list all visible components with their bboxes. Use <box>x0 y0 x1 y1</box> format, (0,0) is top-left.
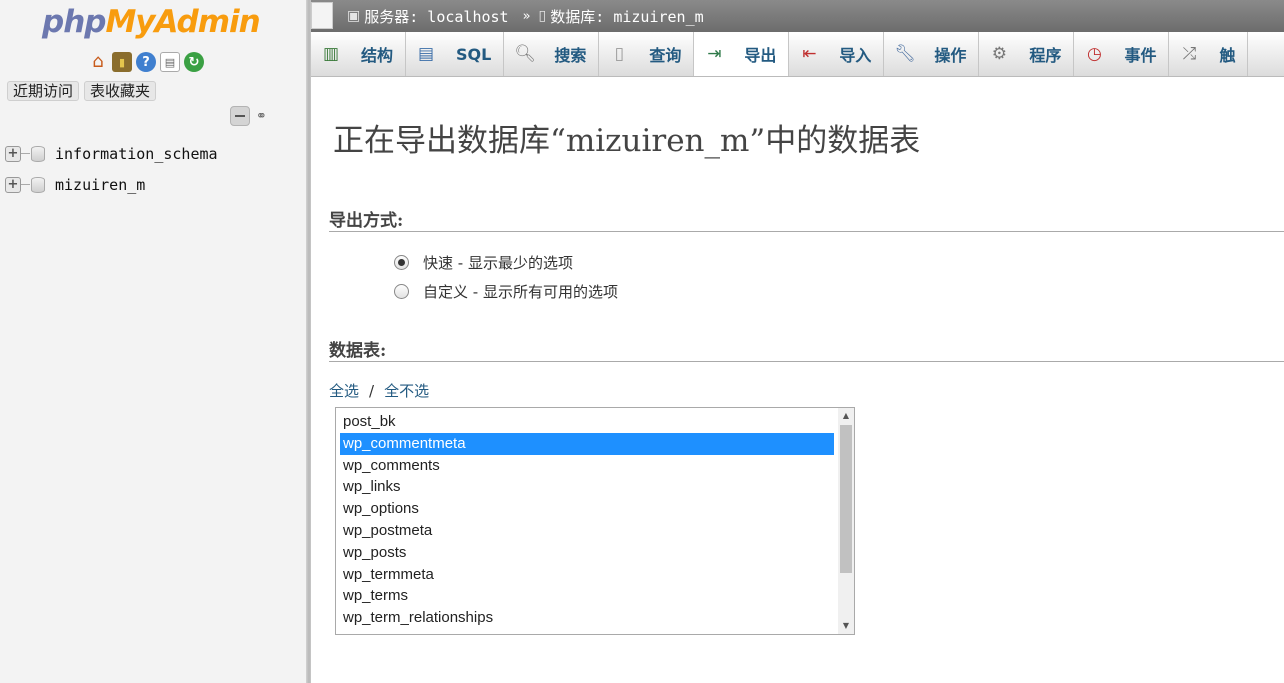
database-icon <box>31 145 45 162</box>
list-item[interactable]: wp_term_relationships <box>340 607 834 629</box>
link-icon[interactable]: ⚭ <box>256 109 267 124</box>
tab-search[interactable]: 🔍︎ 搜索 <box>504 32 600 76</box>
search-icon: 🔍︎ <box>514 43 536 64</box>
export-method-heading: 导出方式: <box>329 206 1284 232</box>
select-none-link[interactable]: 全不选 <box>384 382 429 400</box>
scroll-down-icon[interactable]: ▼ <box>838 618 854 634</box>
favorites-tab[interactable]: 表收藏夹 <box>84 81 157 101</box>
tab-sql[interactable]: ▤ SQL <box>406 32 505 76</box>
list-item[interactable]: wp_termmeta <box>340 564 834 586</box>
export-icon: ⇥ <box>707 43 722 64</box>
breadcrumb-database[interactable]: 数据库: mizuiren_m <box>550 6 703 27</box>
tree-controls: ⚭ <box>230 106 267 126</box>
scroll-thumb[interactable] <box>840 425 852 573</box>
nav-toggle-button[interactable] <box>311 2 333 29</box>
custom-radio-label[interactable]: 自定义 - 显示所有可用的选项 <box>423 281 618 302</box>
list-item[interactable]: wp_options <box>340 498 834 520</box>
database-name[interactable]: mizuiren_m <box>55 176 145 194</box>
server-icon: ▣ <box>347 8 361 24</box>
scroll-up-icon[interactable]: ▲ <box>838 408 854 424</box>
exit-icon[interactable]: ▮ <box>112 52 132 72</box>
database-icon: ▯ <box>538 8 547 24</box>
sql-icon: ▤ <box>417 43 435 64</box>
reload-icon[interactable]: ↻ <box>184 52 204 72</box>
select-links: 全选 / 全不选 <box>329 382 430 400</box>
tables-heading: 数据表: <box>329 336 1284 362</box>
home-icon[interactable]: ⌂ <box>88 52 108 72</box>
tree-item[interactable]: + mizuiren_m <box>5 169 218 200</box>
list-scrollbar[interactable]: ▲ ▼ <box>838 408 854 634</box>
top-menu: ▥ 结构 ▤ SQL 🔍︎ 搜索 ▯ 查询 ⇥ 导出 ⇤ 导入 🔧︎ 操作 ⚙ … <box>311 32 1284 77</box>
tab-routines[interactable]: ⚙ 程序 <box>979 32 1075 76</box>
tab-import[interactable]: ⇤ 导入 <box>789 32 885 76</box>
database-tree: + information_schema + mizuiren_m <box>5 138 218 200</box>
tab-export[interactable]: ⇥ 导出 <box>694 32 790 76</box>
structure-icon: ▥ <box>322 43 340 64</box>
list-item[interactable]: wp_comments <box>340 455 834 477</box>
recent-tab[interactable]: 近期访问 <box>7 81 80 101</box>
wrench-icon: 🔧︎ <box>894 43 916 64</box>
table-select-list[interactable]: post_bk wp_commentmeta wp_comments wp_li… <box>335 407 855 635</box>
database-icon <box>31 176 45 193</box>
tree-item[interactable]: + information_schema <box>5 138 218 169</box>
minus-icon <box>235 115 245 117</box>
custom-export-option[interactable]: 自定义 - 显示所有可用的选项 <box>394 281 618 302</box>
triggers-icon: ⤮ <box>1182 43 1197 64</box>
quick-radio[interactable] <box>394 255 409 270</box>
list-item[interactable]: wp_commentmeta <box>340 432 834 455</box>
nav-icon-bar: ⌂ ▮ ? ▤ ↻ <box>88 52 204 72</box>
page-title: 正在导出数据库“mizuiren_m”中的数据表 <box>333 123 921 159</box>
phpmyadmin-logo[interactable]: phpMyAdmin <box>42 4 261 40</box>
collapse-all-button[interactable] <box>230 106 250 126</box>
list-item[interactable]: post_bk <box>340 411 834 433</box>
list-item[interactable]: wp_terms <box>340 585 834 607</box>
tab-triggers[interactable]: ⤮ 触 <box>1169 32 1249 76</box>
list-item[interactable]: wp_postmeta <box>340 520 834 542</box>
events-icon: ◷ <box>1087 43 1102 64</box>
list-item[interactable]: wp_posts <box>340 542 834 564</box>
import-icon: ⇤ <box>802 43 817 64</box>
database-name[interactable]: information_schema <box>55 145 218 163</box>
navigation-panel: phpMyAdmin ⌂ ▮ ? ▤ ↻ 近期访问 表收藏夹 ⚭ + infor… <box>0 0 306 683</box>
expand-icon[interactable]: + <box>5 176 21 193</box>
tab-operations[interactable]: 🔧︎ 操作 <box>884 32 980 76</box>
quick-radio-label[interactable]: 快速 - 显示最少的选项 <box>423 252 573 273</box>
docs-icon[interactable]: ▤ <box>160 52 180 72</box>
custom-radio[interactable] <box>394 284 409 299</box>
breadcrumb-server[interactable]: 服务器: localhost <box>364 6 508 27</box>
tab-query[interactable]: ▯ 查询 <box>599 32 695 76</box>
quick-export-option[interactable]: 快速 - 显示最少的选项 <box>394 252 573 273</box>
select-all-link[interactable]: 全选 <box>329 382 359 400</box>
expand-icon[interactable]: + <box>5 145 21 162</box>
breadcrumb-separator: » <box>522 8 531 24</box>
query-icon: ▯ <box>614 43 625 64</box>
routines-icon: ⚙ <box>991 43 1008 64</box>
breadcrumb: ▣ 服务器: localhost » ▯ 数据库: mizuiren_m <box>311 0 1284 32</box>
tab-structure[interactable]: ▥ 结构 <box>311 32 407 76</box>
tab-events[interactable]: ◷ 事件 <box>1074 32 1170 76</box>
nav-tabs: 近期访问 表收藏夹 <box>7 81 157 101</box>
nav-resize-handle[interactable] <box>306 0 311 683</box>
help-icon[interactable]: ? <box>136 52 156 72</box>
list-item[interactable]: wp_links <box>340 476 834 498</box>
